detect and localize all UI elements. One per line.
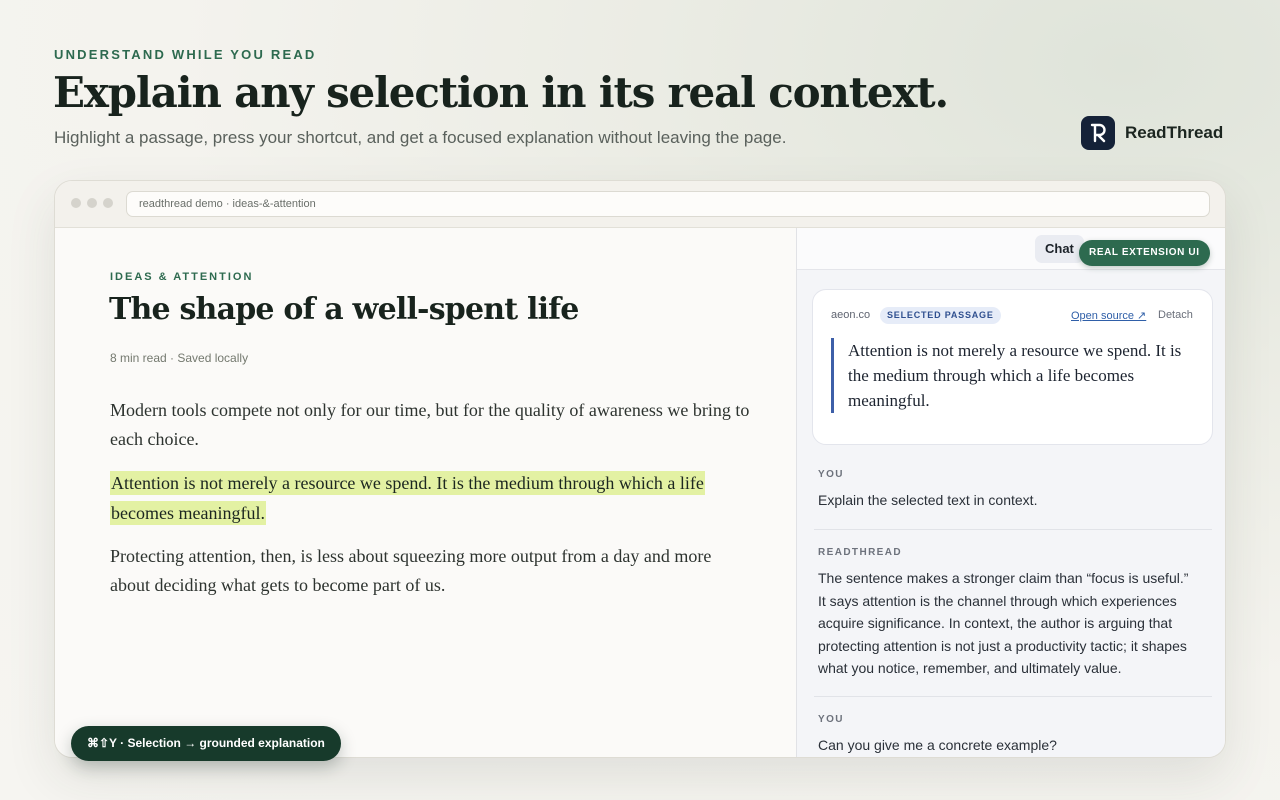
window-dot-minimize[interactable]: [87, 198, 97, 208]
article-kicker: IDEAS & ATTENTION: [110, 271, 254, 283]
hero-eyebrow: UNDERSTAND WHILE YOU READ: [54, 47, 317, 62]
article-paragraph-highlighted[interactable]: Attention is not merely a resource we sp…: [110, 468, 750, 528]
article-paragraph: Protecting attention, then, is less abou…: [110, 546, 712, 595]
brand-name: ReadThread: [1125, 123, 1224, 142]
message-role-label: YOU: [818, 469, 844, 480]
selected-passage-chip: SELECTED PASSAGE: [880, 307, 1001, 324]
brand: ReadThread: [1081, 116, 1223, 150]
real-extension-ui-badge: REAL EXTENSION UI: [1079, 240, 1210, 266]
detach-button[interactable]: Detach: [1158, 309, 1193, 321]
selected-quote: Attention is not merely a resource we sp…: [831, 338, 1198, 413]
open-source-link[interactable]: Open source ↗: [1071, 309, 1146, 322]
article-paragraph: Modern tools compete not only for our ti…: [110, 400, 750, 449]
logo-r-glyph: [1090, 123, 1106, 143]
readthread-logo-icon: [1081, 116, 1115, 150]
message-divider: [814, 696, 1212, 697]
shortcut-hint-pill: ⌘⇧Y · Selection → grounded explanation: [71, 726, 341, 761]
browser-frame: readthread demo · ideas-&-attention IDEA…: [54, 180, 1226, 758]
window-dot-maximize[interactable]: [103, 198, 113, 208]
article-meta: 8 min read · Saved locally: [110, 351, 249, 365]
selected-passage-card: aeon.co SELECTED PASSAGE Open source ↗ D…: [812, 289, 1213, 445]
address-bar[interactable]: readthread demo · ideas-&-attention: [126, 191, 1210, 217]
article-title: The shape of a well-spent life: [109, 292, 579, 327]
tab-chat[interactable]: Chat: [1035, 235, 1084, 263]
hero-subline: Highlight a passage, press your shortcut…: [54, 128, 787, 147]
message-role-label: YOU: [818, 714, 844, 725]
browser-chrome: readthread demo · ideas-&-attention: [55, 181, 1225, 228]
window-dot-close[interactable]: [71, 198, 81, 208]
article-pane: IDEAS & ATTENTION The shape of a well-sp…: [55, 228, 796, 757]
message-divider: [814, 529, 1212, 530]
message-text: The sentence makes a stronger claim than…: [818, 570, 1189, 676]
hero-headline: Explain any selection in its real contex…: [53, 68, 949, 117]
message-text: Explain the selected text in context.: [818, 492, 1038, 508]
extension-side-panel: Chat aeon.co SELECTED PASSAGE Open sourc…: [796, 228, 1225, 757]
selected-passage[interactable]: Attention is not merely a resource we sp…: [110, 471, 705, 525]
message-text: Can you give me a concrete example?: [818, 737, 1057, 753]
source-domain: aeon.co: [831, 309, 871, 321]
message-role-label: READTHREAD: [818, 547, 902, 558]
